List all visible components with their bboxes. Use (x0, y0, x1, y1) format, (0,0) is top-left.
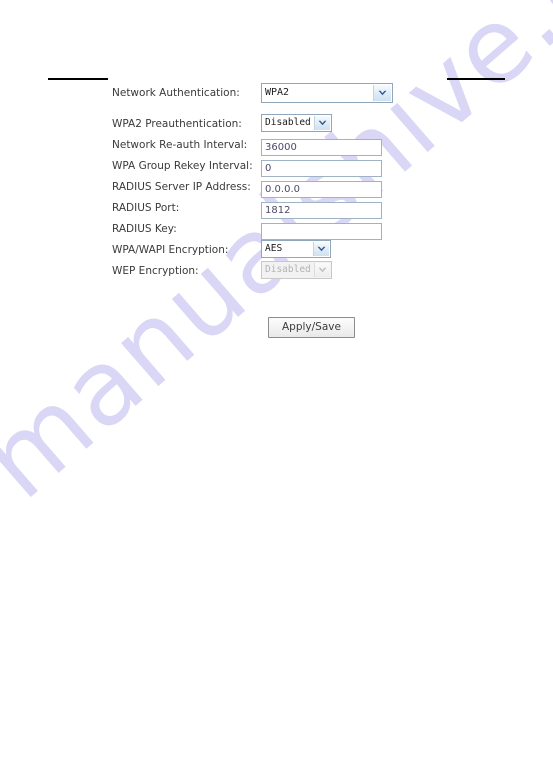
network-reauth-interval-input[interactable] (261, 139, 382, 156)
form-row-network-authentication: Network Authentication: WPA2 (112, 83, 412, 117)
radius-key-input[interactable] (261, 223, 382, 240)
network-reauth-interval-control (261, 135, 382, 156)
chevron-down-icon (314, 263, 330, 277)
chevron-down-icon[interactable] (373, 85, 391, 101)
network-authentication-control: WPA2 (261, 83, 393, 103)
apply-save-button-wrap: Apply/Save (268, 315, 355, 338)
chevron-down-icon[interactable] (313, 242, 329, 256)
radius-key-label: RADIUS Key: (112, 223, 177, 235)
wpa-wapi-encryption-control: AES (261, 240, 331, 259)
header-rule-left (48, 78, 108, 80)
header-rule-right (447, 78, 505, 80)
wpa2-preauthentication-select[interactable]: Disabled (261, 114, 332, 132)
chevron-down-icon[interactable] (314, 116, 330, 130)
network-authentication-label: Network Authentication: (112, 87, 240, 99)
wep-encryption-control: Disabled (261, 261, 332, 280)
router-wireless-security-page: Network Authentication: WPA2 WPA2 Preauthe… (0, 0, 553, 782)
wpa-group-rekey-interval-label: WPA Group Rekey Interval: (112, 160, 253, 172)
radius-port-label: RADIUS Port: (112, 202, 180, 214)
wpa-wapi-encryption-select[interactable]: AES (261, 240, 331, 258)
wpa-wapi-encryption-label: WPA/WAPI Encryption: (112, 244, 229, 256)
form-row-wep-encryption: WEP Encryption: Disabled (112, 261, 412, 285)
wep-encryption-label: WEP Encryption: (112, 265, 199, 277)
network-reauth-interval-label: Network Re-auth Interval: (112, 139, 248, 151)
wpa-group-rekey-interval-input[interactable] (261, 160, 382, 177)
radius-server-ip-address-control (261, 177, 382, 198)
wpa-group-rekey-interval-control (261, 156, 382, 177)
wpa2-preauthentication-label: WPA2 Preauthentication: (112, 118, 242, 130)
radius-key-control (261, 219, 382, 240)
radius-server-ip-address-label: RADIUS Server IP Address: (112, 181, 251, 193)
radius-port-control (261, 198, 382, 219)
wpa2-preauthentication-control: Disabled (261, 114, 332, 133)
wep-encryption-select: Disabled (261, 261, 332, 279)
network-authentication-select[interactable]: WPA2 (261, 83, 393, 103)
radius-server-ip-address-input[interactable] (261, 181, 382, 198)
apply-save-button[interactable]: Apply/Save (268, 317, 355, 338)
radius-port-input[interactable] (261, 202, 382, 219)
wireless-security-form: Network Authentication: WPA2 WPA2 Preauthe… (112, 83, 412, 285)
